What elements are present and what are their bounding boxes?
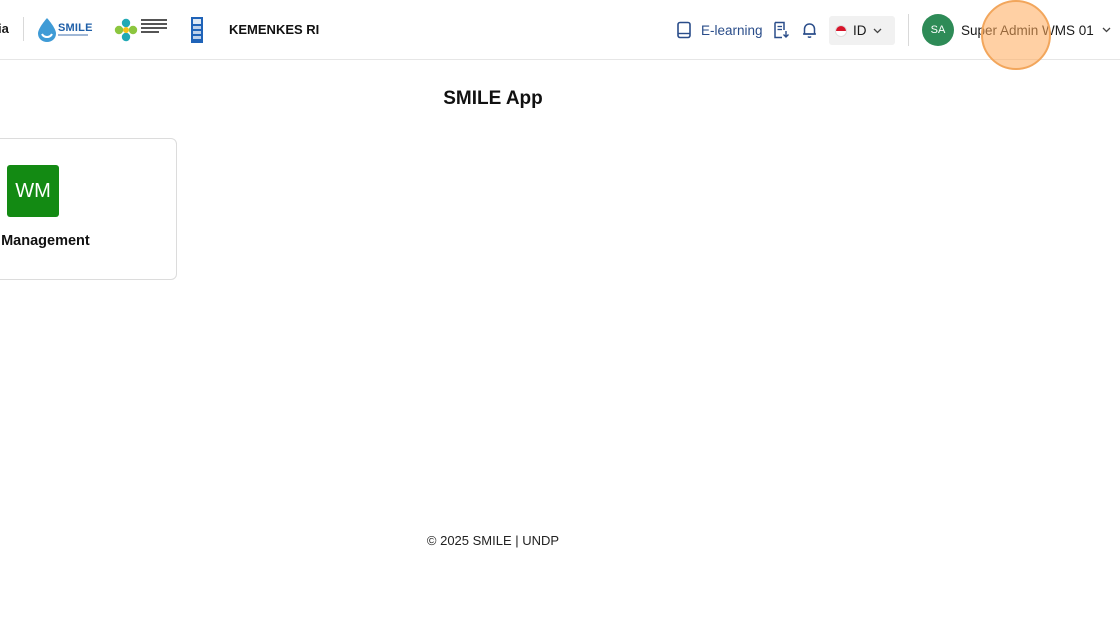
app-card-warehouse-management[interactable]: WM e Management <box>0 138 177 280</box>
kemenkes-logo-wordmark <box>141 19 167 35</box>
language-selected-value: ID <box>853 23 867 38</box>
page-title: SMILE App <box>443 88 543 109</box>
elearning-link[interactable]: E-learning <box>676 19 763 41</box>
avatar: SA <box>922 14 954 46</box>
bell-icon[interactable] <box>801 21 818 39</box>
header-divider-right <box>908 14 909 46</box>
organization-name: KEMENKES RI <box>229 22 320 37</box>
page: ia SMILE KEMENKES RI <box>0 0 1120 625</box>
smile-logo-text: SMILE <box>58 22 93 34</box>
brand-partial-text: ia <box>0 21 9 36</box>
footer-copyright: © 2025 SMILE | UNDP <box>426 533 560 548</box>
top-header: ia SMILE KEMENKES RI <box>0 0 1120 60</box>
chevron-down-icon <box>1102 27 1111 33</box>
app-name: e Management <box>0 233 90 249</box>
chevron-down-icon <box>873 28 881 33</box>
kemenkes-logo-icon <box>114 18 138 42</box>
smile-logo-tagline <box>58 34 88 36</box>
smile-logo-icon <box>38 18 56 42</box>
undp-logo-icon <box>191 17 203 43</box>
elearning-label: E-learning <box>701 22 763 38</box>
indonesia-flag-icon <box>835 24 847 37</box>
book-icon <box>677 21 691 39</box>
app-icon: WM <box>7 165 59 217</box>
header-divider <box>23 17 24 41</box>
language-select[interactable]: ID <box>829 16 895 45</box>
user-name: Super Admin WMS 01 <box>961 22 1094 38</box>
user-menu[interactable]: SA Super Admin WMS 01 <box>922 14 1111 46</box>
document-icon[interactable] <box>772 21 790 39</box>
